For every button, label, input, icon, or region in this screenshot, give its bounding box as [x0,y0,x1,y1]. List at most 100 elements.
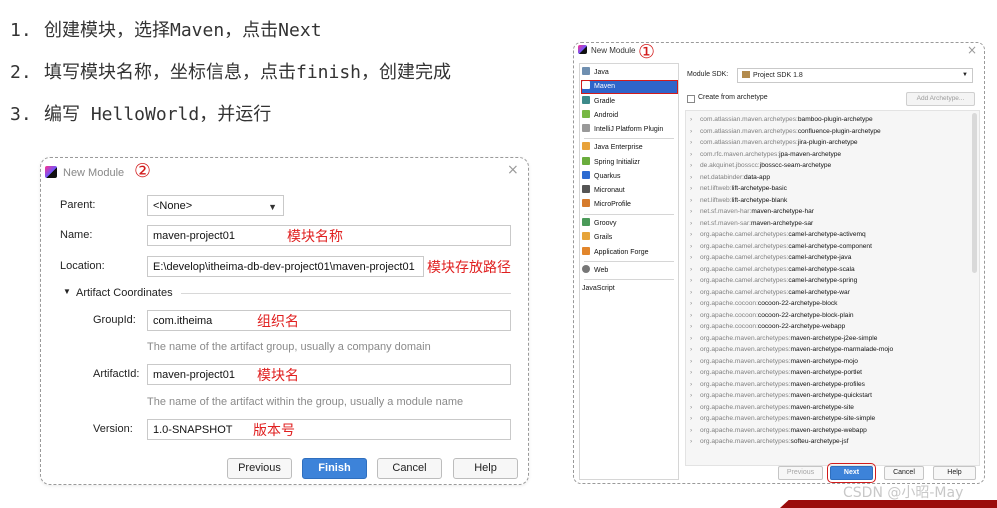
cancel-button[interactable]: Cancel [377,458,442,479]
chevron-right-icon[interactable]: › [690,413,700,424]
chevron-right-icon[interactable]: › [690,126,700,137]
sidebar-item-java-enterprise[interactable]: Java Enterprise [582,142,677,154]
chevron-right-icon[interactable]: › [690,149,700,160]
chevron-right-icon[interactable]: › [690,356,700,367]
sidebar-item-quarkus[interactable]: Quarkus [582,171,677,183]
chevron-right-icon[interactable]: › [690,425,700,436]
chevron-right-icon[interactable]: › [690,344,700,355]
finish-button[interactable]: Finish [302,458,367,479]
archetype-row[interactable]: › org.apache.maven.archetypes:maven-arche… [690,367,862,378]
archetype-row[interactable]: › org.apache.camel.archetypes:camel-arche… [690,275,857,286]
archetype-row[interactable]: › net.liftweb:lift-archetype-blank [690,195,787,206]
archetype-row[interactable]: › org.apache.maven.archetypes:maven-arche… [690,425,867,436]
archetype-list: › com.atlassian.maven.archetypes:bamboo-p… [685,110,980,466]
list-scrollbar[interactable] [972,113,977,273]
close-icon[interactable]: × [507,162,519,178]
parent-select[interactable]: <None> ▼ [147,195,284,216]
web-icon [582,265,590,273]
sidebar-item-gradle[interactable]: Gradle [582,96,677,108]
artifact-coordinates-heading[interactable]: Artifact Coordinates [76,287,173,299]
archetype-group: org.apache.maven.archetypes: [700,380,791,388]
archetype-row[interactable]: › de.akquinet.jbosscc:jbosscc-seam-archet… [690,160,831,171]
archetype-row[interactable]: › com.atlassian.maven.archetypes:confluen… [690,126,881,137]
archetype-row[interactable]: › org.apache.cocoon:cocoon-22-archetype-w… [690,321,845,332]
archetype-row[interactable]: › org.apache.camel.archetypes:camel-arche… [690,229,866,240]
chevron-right-icon[interactable]: › [690,402,700,413]
archetype-row[interactable]: › org.apache.maven.archetypes:maven-arche… [690,413,875,424]
archetype-row[interactable]: › com.rfc.maven.archetypes:jpa-maven-arch… [690,149,841,160]
groupid-input[interactable]: com.itheima [147,310,511,331]
archetype-row[interactable]: › org.apache.maven.archetypes:maven-arche… [690,390,872,401]
chevron-right-icon[interactable]: › [690,252,700,263]
chevron-right-icon[interactable]: › [690,298,700,309]
close-icon[interactable]: × [967,43,977,57]
chevron-right-icon[interactable]: › [690,241,700,252]
sidebar-item-java[interactable]: Java [582,67,677,79]
version-input[interactable]: 1.0-SNAPSHOT [147,419,511,440]
archetype-row[interactable]: › org.apache.maven.archetypes:maven-arche… [690,379,865,390]
chevron-right-icon[interactable]: › [690,264,700,275]
sidebar-item-spring-initializr[interactable]: Spring Initializr [582,157,677,169]
previous-button[interactable]: Previous [227,458,292,479]
cancel-button[interactable]: Cancel [884,466,924,480]
chevron-right-icon[interactable]: › [690,275,700,286]
chevron-right-icon[interactable]: › [690,390,700,401]
sidebar-item-application-forge[interactable]: Application Forge [582,247,677,259]
archetype-row[interactable]: › org.apache.maven.archetypes:maven-arche… [690,402,854,413]
sidebar-item-javascript[interactable]: JavaScript [582,283,677,295]
module-sdk-select[interactable]: Project SDK 1.8 ▼ [737,68,973,83]
artifactid-input[interactable]: maven-project01 [147,364,511,385]
create-from-archetype-checkbox[interactable] [687,95,695,103]
location-input[interactable]: E:\develop\itheima-db-dev-project01\mave… [147,256,424,277]
sidebar-item-micronaut[interactable]: Micronaut [582,185,677,197]
archetype-row[interactable]: › org.apache.maven.archetypes:maven-arche… [690,333,877,344]
chevron-right-icon[interactable]: › [690,287,700,298]
add-archetype-button[interactable]: Add Archetype... [906,92,975,106]
archetype-row[interactable]: › org.apache.maven.archetypes:softeu-arch… [690,436,848,447]
archetype-row[interactable]: › net.liftweb:lift-archetype-basic [690,183,787,194]
chevron-right-icon[interactable]: › [690,183,700,194]
chevron-right-icon[interactable]: › [690,195,700,206]
chevron-right-icon[interactable]: › [690,218,700,229]
archetype-row[interactable]: › org.apache.cocoon:cocoon-22-archetype-b… [690,298,837,309]
archetype-row[interactable]: › net.sf.maven-sar:maven-archetype-sar [690,218,813,229]
archetype-row[interactable]: › org.apache.camel.archetypes:camel-arche… [690,264,855,275]
previous-button[interactable]: Previous [778,466,823,480]
sidebar-item-groovy[interactable]: Groovy [582,218,677,230]
chevron-right-icon[interactable]: › [690,367,700,378]
sidebar-item-android[interactable]: Android [582,110,677,122]
create-from-archetype-label[interactable]: Create from archetype [698,94,768,101]
chevron-right-icon[interactable]: › [690,172,700,183]
archetype-row[interactable]: › com.atlassian.maven.archetypes:bamboo-p… [690,114,873,125]
archetype-row[interactable]: › com.atlassian.maven.archetypes:jira-plu… [690,137,858,148]
chevron-right-icon[interactable]: › [690,229,700,240]
archetype-row[interactable]: › org.apache.maven.archetypes:maven-arche… [690,356,858,367]
archetype-artifact: data-app [744,173,771,181]
chevron-right-icon[interactable]: › [690,160,700,171]
next-button[interactable]: Next [827,463,876,483]
chevron-right-icon[interactable]: › [690,114,700,125]
sidebar-item-grails[interactable]: Grails [582,232,677,244]
chevron-right-icon[interactable]: › [690,137,700,148]
sidebar-item-microprofile[interactable]: MicroProfile [582,199,677,211]
sidebar-item-web[interactable]: Web [582,265,677,277]
chevron-right-icon[interactable]: › [690,206,700,217]
help-button[interactable]: Help [453,458,518,479]
archetype-row[interactable]: › org.apache.maven.archetypes:maven-arche… [690,344,893,355]
chevron-right-icon[interactable]: › [690,379,700,390]
artifactid-hint: The name of the artifact within the grou… [147,396,464,408]
sidebar-item-maven[interactable]: Maven [581,80,678,94]
archetype-row[interactable]: › org.apache.camel.archetypes:camel-arche… [690,252,851,263]
collapse-triangle-icon[interactable]: ▼ [63,287,71,296]
chevron-right-icon[interactable]: › [690,310,700,321]
sidebar-item-intellij-plugin[interactable]: IntelliJ Platform Plugin [582,124,677,136]
archetype-row[interactable]: › org.apache.cocoon:cocoon-22-archetype-b… [690,310,854,321]
archetype-row[interactable]: › org.apache.camel.archetypes:camel-arche… [690,287,850,298]
archetype-row[interactable]: › org.apache.camel.archetypes:camel-arche… [690,241,872,252]
chevron-right-icon[interactable]: › [690,321,700,332]
archetype-row[interactable]: › net.databinder:data-app [690,172,770,183]
archetype-row[interactable]: › net.sf.maven-har:maven-archetype-har [690,206,814,217]
chevron-right-icon[interactable]: › [690,333,700,344]
help-button[interactable]: Help [933,466,976,480]
chevron-right-icon[interactable]: › [690,436,700,447]
